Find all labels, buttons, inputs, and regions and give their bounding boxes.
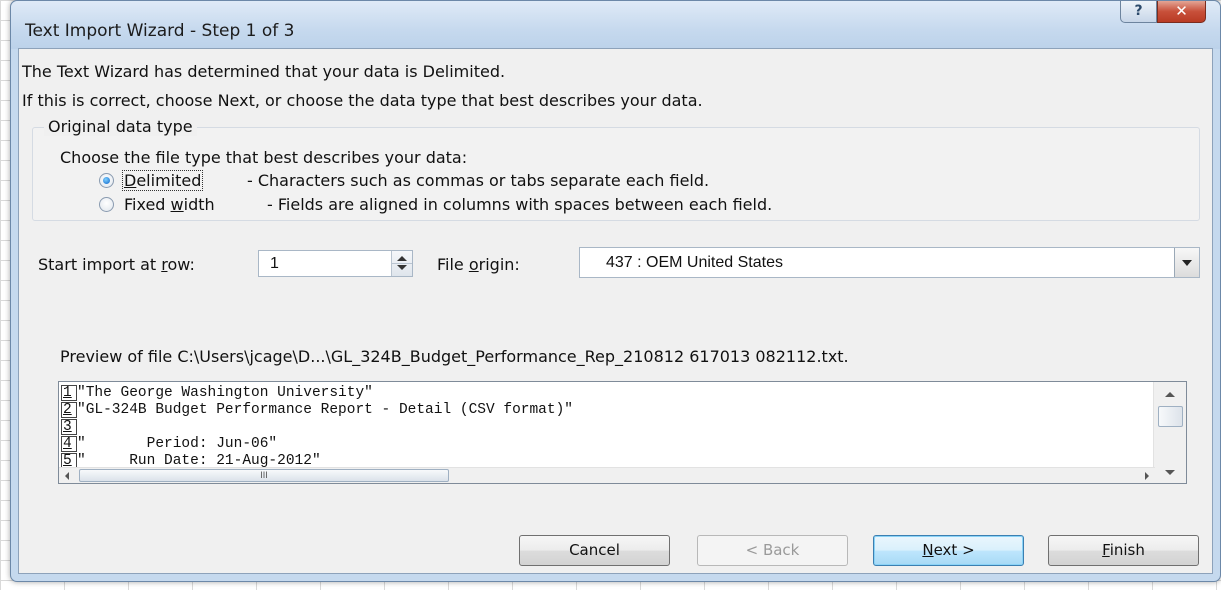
spin-up-icon[interactable]: [397, 256, 407, 261]
preview-horizontal-scrollbar[interactable]: III: [59, 467, 1155, 483]
dialog-title: Text Import Wizard - Step 1 of 3: [25, 21, 295, 41]
file-type-prompt: Choose the file type that best describes…: [60, 148, 468, 167]
preview-line: 1 "The George Washington University": [61, 385, 373, 401]
file-origin-value: 437 : OEM United States: [606, 254, 783, 271]
preview-label: Preview of file C:\Users\jcage\D...\GL_3…: [60, 347, 849, 366]
scroll-left-icon[interactable]: [65, 472, 69, 480]
scroll-up-icon[interactable]: [1165, 392, 1175, 397]
help-button[interactable]: ?: [1120, 1, 1157, 23]
start-row-label: Start import at row:: [38, 255, 195, 274]
file-origin-label: File origin:: [437, 255, 520, 274]
back-button[interactable]: < Back: [697, 535, 848, 566]
finish-button[interactable]: Finish: [1048, 535, 1199, 566]
next-button[interactable]: Next >: [873, 535, 1024, 566]
original-data-type-legend: Original data type: [44, 117, 197, 136]
intro-line-1: The Text Wizard has determined that your…: [22, 62, 506, 81]
start-row-spin-buttons[interactable]: [391, 251, 412, 276]
preview-pane[interactable]: 1 "The George Washington University" 2 "GL…: [58, 381, 1187, 484]
vertical-scroll-thumb[interactable]: [1158, 406, 1183, 427]
preview-row-number: 1: [61, 385, 77, 401]
fixed-width-description: - Fields are aligned in columns with spa…: [267, 195, 773, 214]
spin-down-icon[interactable]: [397, 265, 407, 270]
fixed-width-radio[interactable]: [99, 197, 114, 212]
file-origin-select[interactable]: 437 : OEM United States: [579, 247, 1200, 278]
close-button[interactable]: ✕: [1157, 1, 1206, 23]
intro-line-2: If this is correct, choose Next, or choo…: [22, 91, 703, 110]
preview-row-number: 2: [61, 402, 77, 418]
fixed-width-radio-label[interactable]: Fixed width: [124, 195, 215, 214]
preview-line: 2 "GL-324B Budget Performance Report - De…: [61, 402, 573, 418]
chevron-down-icon[interactable]: [1174, 248, 1199, 277]
preview-row-number: 3: [61, 419, 77, 435]
delimited-radio-label[interactable]: Delimited: [122, 170, 204, 191]
preview-row-number: 4: [61, 436, 77, 452]
preview-vertical-scrollbar[interactable]: [1153, 382, 1186, 483]
scroll-down-icon[interactable]: [1165, 470, 1175, 475]
preview-line: 3: [61, 419, 1156, 436]
start-row-spinner[interactable]: 1: [258, 250, 413, 277]
scroll-right-icon[interactable]: [1145, 472, 1149, 480]
spin-divider: [392, 263, 412, 264]
horizontal-scroll-thumb[interactable]: III: [79, 469, 449, 482]
delimited-description: - Characters such as commas or tabs sepa…: [247, 171, 710, 190]
preview-text: 1 "The George Washington University" 2 "GL…: [61, 385, 1156, 469]
preview-line: 4 " Period: Jun-06": [61, 436, 278, 452]
delimited-radio[interactable]: [99, 173, 114, 188]
start-row-value[interactable]: 1: [270, 255, 279, 273]
cancel-button[interactable]: Cancel: [519, 535, 670, 566]
title-bar[interactable]: Text Import Wizard - Step 1 of 3 ? ✕: [11, 1, 1220, 49]
